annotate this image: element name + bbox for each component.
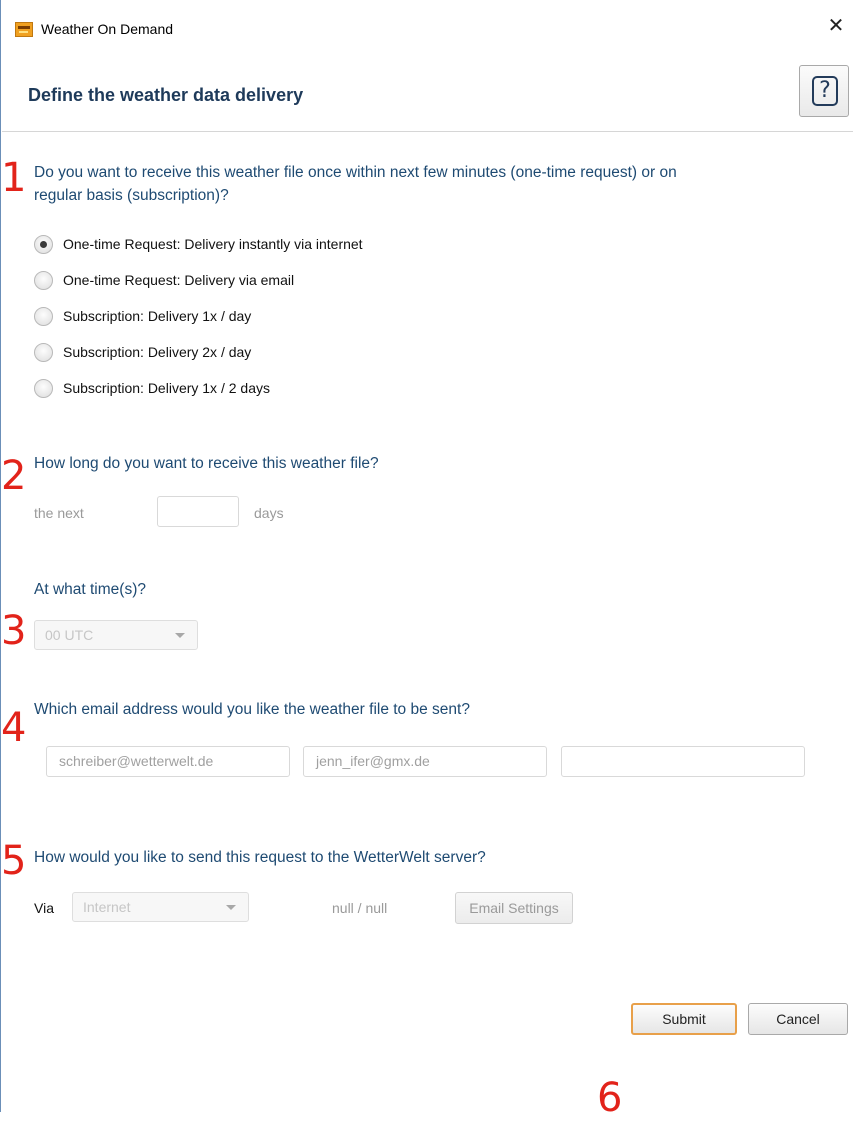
radio-option-subscription-2x-day[interactable]: Subscription: Delivery 2x / day: [34, 342, 251, 362]
radio-button[interactable]: [34, 270, 53, 290]
chevron-down-icon: [226, 905, 236, 910]
time-select[interactable]: 00 UTC: [34, 620, 198, 650]
dialog-header: Define the weather data delivery ?: [2, 58, 853, 132]
step-number-3: 3: [1, 608, 27, 654]
radio-label: One-time Request: Delivery via email: [63, 272, 295, 288]
title-bar: Weather On Demand ✕: [1, 0, 853, 58]
send-method-select[interactable]: Internet: [72, 892, 249, 922]
connection-status: null / null: [332, 900, 388, 916]
dialog-window: Weather On Demand ✕ Define the weather d…: [0, 0, 853, 1118]
days-input[interactable]: [157, 496, 239, 527]
close-icon[interactable]: ✕: [826, 16, 846, 36]
window-title: Weather On Demand: [41, 21, 174, 37]
time-question: At what time(s)?: [34, 581, 146, 598]
email-field-3[interactable]: [561, 746, 805, 777]
duration-prefix-label: the next: [34, 505, 84, 521]
email-question: Which email address would you like the w…: [34, 701, 470, 718]
app-logo-icon: [15, 22, 33, 37]
radio-option-subscription-1x-day[interactable]: Subscription: Delivery 1x / day: [34, 306, 251, 326]
radio-option-instant-email[interactable]: One-time Request: Delivery via email: [34, 270, 294, 290]
radio-button[interactable]: [34, 378, 53, 398]
help-icon: ?: [812, 76, 838, 106]
help-button[interactable]: ?: [799, 65, 849, 117]
send-method-question: How would you like to send this request …: [34, 849, 486, 866]
radio-button[interactable]: [34, 342, 53, 362]
send-method-value: Internet: [83, 899, 131, 915]
submit-button[interactable]: Submit: [631, 1003, 737, 1035]
email-field-1[interactable]: schreiber@wetterwelt.de: [46, 746, 290, 777]
radio-button-checked[interactable]: [34, 234, 53, 254]
cancel-button[interactable]: Cancel: [748, 1003, 848, 1035]
radio-option-instant-internet[interactable]: One-time Request: Delivery instantly via…: [34, 234, 363, 254]
delivery-question-line-2: regular basis (subscription)?: [34, 187, 229, 204]
email-settings-button[interactable]: Email Settings: [455, 892, 573, 924]
duration-question: How long do you want to receive this wea…: [34, 455, 379, 472]
step-number-1: 1: [1, 155, 27, 201]
chevron-down-icon: [175, 633, 185, 638]
step-number-2: 2: [1, 453, 27, 499]
step-number-4: 4: [1, 705, 27, 751]
radio-label: Subscription: Delivery 2x / day: [63, 344, 252, 360]
delivery-question-line-1: Do you want to receive this weather file…: [34, 164, 677, 181]
radio-button[interactable]: [34, 306, 53, 326]
radio-label: One-time Request: Delivery instantly via…: [63, 236, 363, 252]
page-title: Define the weather data delivery: [28, 85, 304, 105]
via-label: Via: [34, 900, 54, 916]
radio-label: Subscription: Delivery 1x / day: [63, 308, 252, 324]
radio-option-subscription-1x-2days[interactable]: Subscription: Delivery 1x / 2 days: [34, 378, 270, 398]
email-field-2[interactable]: jenn_ifer@gmx.de: [303, 746, 547, 777]
duration-suffix-label: days: [254, 505, 284, 521]
step-number-5: 5: [1, 838, 27, 884]
step-number-6: 6: [597, 1075, 623, 1121]
radio-label: Subscription: Delivery 1x / 2 days: [63, 380, 270, 396]
time-select-value: 00 UTC: [45, 627, 94, 643]
